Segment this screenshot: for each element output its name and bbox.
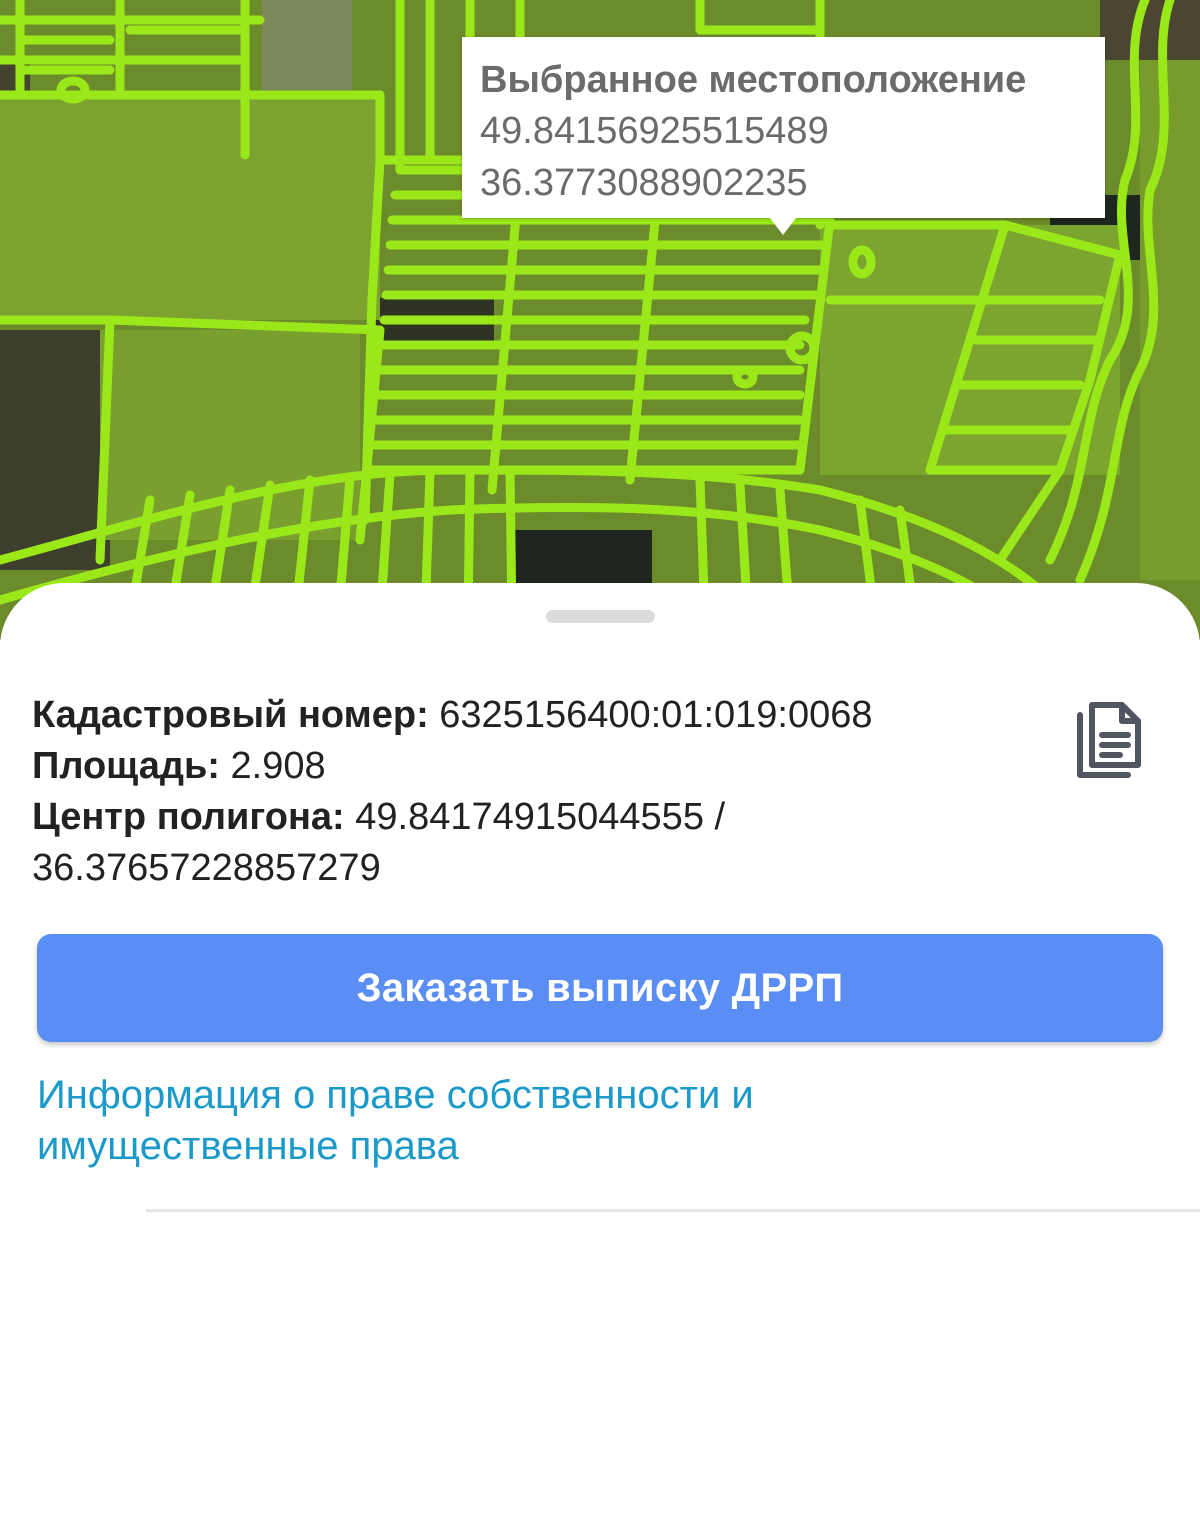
parcel-details: Кадастровый номер: 6325156400:01:019:006… — [32, 690, 1042, 894]
polygon-center-label: Центр полигона: — [32, 796, 345, 838]
area-label: Площадь: — [32, 745, 220, 787]
app-screen: Выбранное местоположение 49.841569255154… — [0, 0, 1200, 1518]
ownership-rights-link[interactable]: Информация о праве собственности и имуще… — [37, 1070, 937, 1172]
order-drrp-extract-button[interactable]: Заказать выписку ДРРП — [37, 934, 1163, 1042]
area-value: 2.908 — [230, 745, 326, 787]
map-view[interactable]: Выбранное местоположение 49.841569255154… — [0, 0, 1200, 640]
drag-handle[interactable] — [546, 610, 655, 623]
parcel-info-sheet: Кадастровый номер: 6325156400:01:019:006… — [0, 583, 1200, 1518]
popup-latitude: 49.84156925515489 — [480, 110, 829, 152]
copy-document-icon[interactable] — [1070, 699, 1146, 783]
popup-title: Выбранное местоположение — [480, 59, 1027, 101]
divider — [146, 1209, 1200, 1212]
cadastral-number-value: 6325156400:01:019:0068 — [439, 694, 873, 736]
popup-longitude: 36.3773088902235 — [480, 162, 808, 204]
area-row: Площадь: 2.908 — [32, 741, 1042, 792]
cadastral-number-label: Кадастровый номер: — [32, 694, 429, 736]
selected-location-popup[interactable]: Выбранное местоположение 49.841569255154… — [462, 37, 1105, 235]
polygon-center-row: Центр полигона: 49.84174915044555 / — [32, 792, 1042, 843]
popup-pointer — [770, 218, 796, 235]
polygon-center-value-line1: 49.84174915044555 / — [355, 796, 726, 838]
polygon-center-row-cont: 36.37657228857279 — [32, 843, 1042, 894]
cadastral-number-row: Кадастровый номер: 6325156400:01:019:006… — [32, 690, 1042, 741]
polygon-center-value-line2: 36.37657228857279 — [32, 847, 381, 889]
